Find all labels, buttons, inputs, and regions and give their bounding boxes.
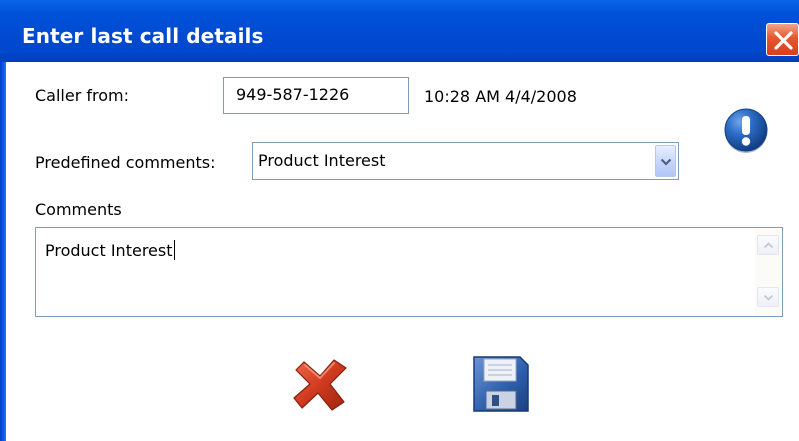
chevron-down-icon (763, 294, 774, 301)
scroll-up-button[interactable] (757, 235, 779, 255)
comments-value: Product Interest (45, 241, 173, 260)
comments-label: Comments (35, 200, 122, 219)
predefined-comments-select[interactable]: Product Interest (252, 142, 679, 180)
comments-textarea[interactable]: Product Interest (35, 227, 783, 317)
close-button[interactable] (766, 23, 799, 56)
scroll-down-button[interactable] (757, 287, 779, 307)
dropdown-button[interactable] (655, 145, 676, 177)
close-x-icon (774, 31, 793, 50)
exclamation-info-icon (724, 108, 768, 153)
text-caret (173, 240, 175, 260)
floppy-disk-save-icon[interactable] (470, 355, 530, 413)
chevron-up-icon (763, 242, 774, 249)
predefined-comments-label: Predefined comments: (35, 153, 216, 172)
title-bar[interactable]: Enter last call details (0, 0, 799, 62)
caller-from-label: Caller from: (35, 86, 129, 105)
comments-scrollbar[interactable] (755, 229, 781, 315)
call-details-dialog: Enter last call details Caller from: 949… (0, 0, 799, 441)
red-x-cancel-icon[interactable] (290, 356, 350, 412)
call-datetime: 10:28 AM 4/4/2008 (424, 87, 577, 106)
caller-phone-field[interactable]: 949-587-1226 (223, 77, 409, 114)
predefined-comments-value: Product Interest (258, 151, 386, 170)
window-frame-left (0, 62, 6, 441)
chevron-down-icon (660, 158, 672, 166)
window-title: Enter last call details (22, 24, 264, 48)
comments-text: Product Interest (45, 240, 175, 260)
